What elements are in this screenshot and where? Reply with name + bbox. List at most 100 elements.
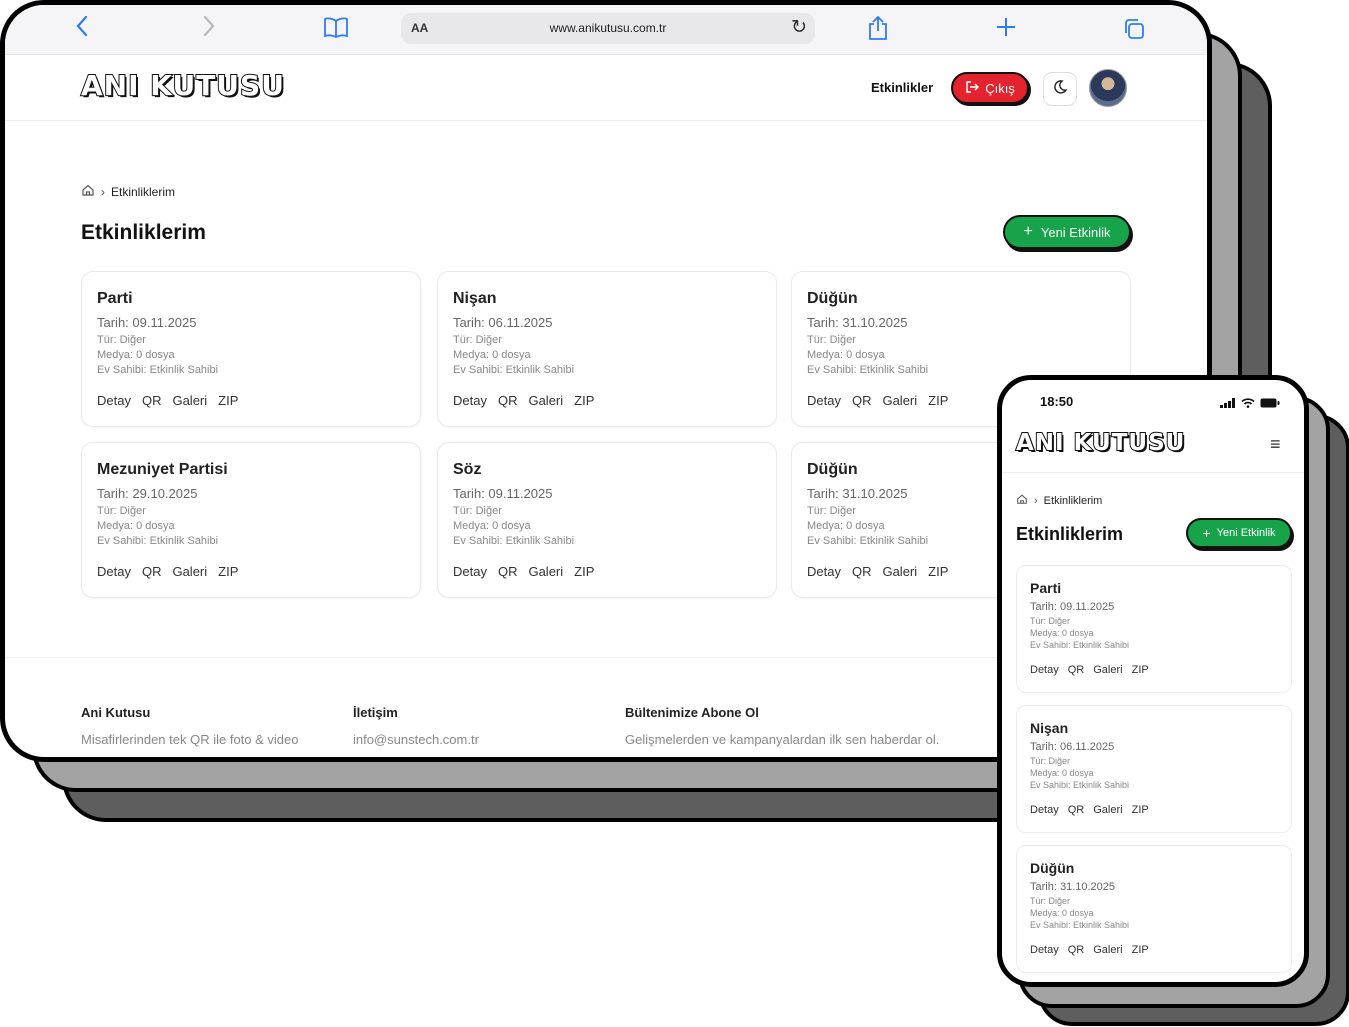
qr-link[interactable]: QR: [1068, 804, 1085, 816]
gallery-link[interactable]: Galeri: [528, 564, 563, 579]
phone-frame: 18:50 ANI KUTUSU ≡ › Etkinliklerim Etkin…: [997, 375, 1309, 987]
event-actions: Detay QR Galeri ZIP: [97, 564, 238, 579]
qr-link[interactable]: QR: [852, 393, 872, 408]
forward-icon[interactable]: [202, 15, 216, 43]
detail-link[interactable]: Detay: [1030, 804, 1059, 816]
event-card[interactable]: Nişan Tarih: 06.11.2025 Tür: Diğer Medya…: [437, 271, 777, 427]
event-actions: Detay QR Galeri ZIP: [807, 564, 948, 579]
qr-link[interactable]: QR: [142, 564, 162, 579]
event-date: Tarih: 31.10.2025: [1030, 881, 1116, 893]
event-card[interactable]: Söz Tarih: 09.11.2025 Tür: Diğer Medya: …: [437, 442, 777, 598]
page-title: Etkinliklerim: [81, 221, 206, 244]
gallery-link[interactable]: Galeri: [1093, 804, 1122, 816]
qr-link[interactable]: QR: [1068, 944, 1085, 956]
event-name: Nişan: [453, 290, 497, 307]
plus-icon[interactable]: [995, 16, 1017, 44]
event-type: Tür: Diğer: [453, 505, 502, 517]
reload-icon[interactable]: ↻: [791, 16, 807, 39]
home-icon[interactable]: [1016, 493, 1028, 508]
event-media: Medya: 0 dosya: [807, 349, 885, 361]
gallery-link[interactable]: Galeri: [528, 393, 563, 408]
zip-link[interactable]: ZIP: [1132, 944, 1149, 956]
gallery-link[interactable]: Galeri: [172, 564, 207, 579]
detail-link[interactable]: Detay: [807, 564, 841, 579]
event-type: Tür: Diğer: [97, 334, 146, 346]
gallery-link[interactable]: Galeri: [1093, 664, 1122, 676]
home-icon[interactable]: [81, 183, 95, 200]
event-type: Tür: Diğer: [453, 334, 502, 346]
breadcrumb: › Etkinliklerim: [81, 183, 175, 200]
gallery-link[interactable]: Galeri: [172, 393, 207, 408]
gallery-link[interactable]: Galeri: [1093, 944, 1122, 956]
zip-link[interactable]: ZIP: [928, 564, 948, 579]
mobile-header-divider: [1002, 472, 1304, 473]
detail-link[interactable]: Detay: [1030, 664, 1059, 676]
mobile-event-card[interactable]: Düğün Tarih: 31.10.2025 Tür: Diğer Medya…: [1016, 845, 1292, 973]
nav-events-link[interactable]: Etkinlikler: [871, 80, 933, 95]
event-name: Parti: [97, 290, 133, 307]
mobile-page-title: Etkinliklerim: [1016, 524, 1124, 544]
event-card[interactable]: Mezuniyet Partisi Tarih: 29.10.2025 Tür:…: [81, 442, 421, 598]
tabs-icon[interactable]: [1122, 17, 1146, 47]
logout-button[interactable]: Çıkış: [951, 72, 1029, 104]
back-icon[interactable]: [75, 15, 89, 43]
qr-link[interactable]: QR: [498, 564, 518, 579]
mobile-event-card[interactable]: Parti Tarih: 09.11.2025 Tür: Diğer Medya…: [1016, 565, 1292, 693]
event-host: Ev Sahibi: Etkinlik Sahibi: [453, 364, 575, 376]
menu-icon[interactable]: ≡: [1270, 434, 1281, 455]
detail-link[interactable]: Detay: [807, 393, 841, 408]
event-media: Medya: 0 dosya: [97, 520, 175, 532]
qr-link[interactable]: QR: [852, 564, 872, 579]
qr-link[interactable]: QR: [1068, 664, 1085, 676]
zip-link[interactable]: ZIP: [574, 564, 594, 579]
mobile-site-logo[interactable]: ANI KUTUSU: [1015, 429, 1185, 457]
site-logo[interactable]: ANI KUTUSU: [80, 68, 285, 103]
event-actions: Detay QR Galeri ZIP: [97, 393, 238, 408]
zip-link[interactable]: ZIP: [218, 564, 238, 579]
mobile-breadcrumb: › Etkinliklerim: [1016, 493, 1102, 508]
chevron-right-icon: ›: [1034, 494, 1038, 507]
theme-toggle-button[interactable]: [1043, 72, 1077, 106]
zip-link[interactable]: ZIP: [928, 393, 948, 408]
zip-link[interactable]: ZIP: [1132, 804, 1149, 816]
book-icon[interactable]: [323, 17, 349, 45]
event-host: Ev Sahibi: Etkinlik Sahibi: [1030, 780, 1130, 790]
detail-link[interactable]: Detay: [453, 393, 487, 408]
mobile-new-event-button[interactable]: + Yeni Etkinlik: [1186, 518, 1292, 548]
gallery-link[interactable]: Galeri: [882, 564, 917, 579]
event-name: Mezuniyet Partisi: [97, 461, 228, 478]
gallery-link[interactable]: Galeri: [882, 393, 917, 408]
event-card[interactable]: Parti Tarih: 09.11.2025 Tür: Diğer Medya…: [81, 271, 421, 427]
qr-link[interactable]: QR: [498, 393, 518, 408]
share-icon[interactable]: [867, 15, 889, 47]
event-name: Söz: [453, 461, 482, 478]
event-media: Medya: 0 dosya: [1030, 908, 1094, 918]
new-event-label: Yeni Etkinlik: [1040, 224, 1111, 240]
event-type: Tür: Diğer: [1030, 756, 1071, 766]
zip-link[interactable]: ZIP: [218, 393, 238, 408]
new-event-button[interactable]: + Yeni Etkinlik: [1003, 215, 1131, 249]
address-bar[interactable]: AA www.anikutusu.com.tr ↻: [401, 13, 815, 44]
detail-link[interactable]: Detay: [97, 564, 131, 579]
detail-link[interactable]: Detay: [97, 393, 131, 408]
zip-link[interactable]: ZIP: [1132, 664, 1149, 676]
event-host: Ev Sahibi: Etkinlik Sahibi: [807, 535, 929, 547]
event-host: Ev Sahibi: Etkinlik Sahibi: [453, 535, 575, 547]
event-media: Medya: 0 dosya: [97, 349, 175, 361]
event-name: Düğün: [807, 461, 858, 478]
zip-link[interactable]: ZIP: [574, 393, 594, 408]
wifi-icon: [1241, 395, 1255, 413]
logout-icon: [965, 80, 980, 97]
logout-label: Çıkış: [985, 80, 1015, 96]
event-actions: Detay QR Galeri ZIP: [453, 393, 594, 408]
detail-link[interactable]: Detay: [453, 564, 487, 579]
detail-link[interactable]: Detay: [1030, 944, 1059, 956]
footer-brand-text: Misafirlerinden tek QR ile foto & video: [81, 732, 299, 747]
footer-contact-email[interactable]: info@sunstech.com.tr: [353, 732, 479, 747]
event-host: Ev Sahibi: Etkinlik Sahibi: [97, 364, 219, 376]
mobile-event-card[interactable]: Nişan Tarih: 06.11.2025 Tür: Diğer Medya…: [1016, 705, 1292, 833]
avatar[interactable]: [1089, 69, 1127, 107]
event-name: Parti: [1030, 580, 1062, 596]
qr-link[interactable]: QR: [142, 393, 162, 408]
footer-brand-title: Ani Kutusu: [81, 705, 151, 720]
